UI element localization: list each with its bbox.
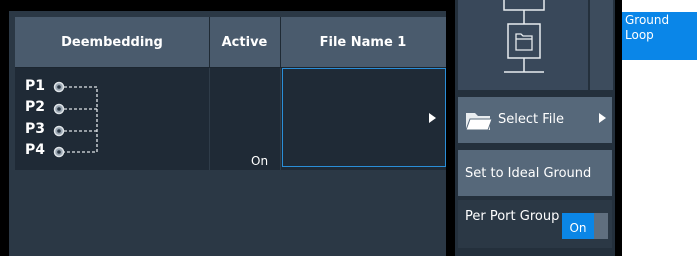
per-port-group-control: Per Port Group On <box>458 200 612 248</box>
select-file-arrow-icon <box>599 113 606 123</box>
file-cell-arrow-icon[interactable] <box>429 113 436 123</box>
active-value[interactable]: On <box>251 154 268 168</box>
column-divider <box>209 17 210 67</box>
header-active[interactable]: Active <box>209 17 280 67</box>
per-port-group-label: Per Port Group <box>465 209 560 224</box>
port-label-p3: P3 <box>25 121 46 137</box>
ground-loop-diagram <box>458 0 588 90</box>
column-divider <box>280 68 281 170</box>
table-row[interactable]: P1 P2 P3 P4 On <box>15 68 446 170</box>
header-deembedding[interactable]: Deembedding <box>15 17 209 67</box>
tab-ground-loop[interactable]: Ground Loop <box>622 12 697 60</box>
table-header: Deembedding Active File Name 1 <box>15 17 446 68</box>
set-ideal-ground-label: Set to Ideal Ground <box>465 166 592 181</box>
diagram-scrollbar[interactable] <box>590 0 613 90</box>
per-port-group-toggle-value: On <box>562 213 594 239</box>
file-name-cell[interactable] <box>282 68 446 167</box>
select-file-label: Select File <box>498 112 564 127</box>
table-empty-area <box>15 171 446 256</box>
port-grouping-diagram-icon <box>53 81 98 158</box>
column-divider <box>280 17 281 67</box>
per-port-group-toggle[interactable]: On <box>562 213 608 239</box>
ground-loop-diagram-icon <box>503 0 545 73</box>
column-divider <box>209 68 210 170</box>
deembedding-table-panel: Deembedding Active File Name 1 P1 P2 P3 … <box>9 11 446 256</box>
select-file-button[interactable]: Select File <box>458 97 612 143</box>
header-file-name[interactable]: File Name 1 <box>280 17 446 67</box>
port-label-p1: P1 <box>25 78 46 94</box>
set-ideal-ground-button[interactable]: Set to Ideal Ground <box>458 150 612 196</box>
port-label-p2: P2 <box>25 99 46 115</box>
ports-cell: P1 P2 P3 P4 <box>25 78 115 168</box>
folder-icon <box>465 113 493 131</box>
port-label-p4: P4 <box>25 142 46 158</box>
